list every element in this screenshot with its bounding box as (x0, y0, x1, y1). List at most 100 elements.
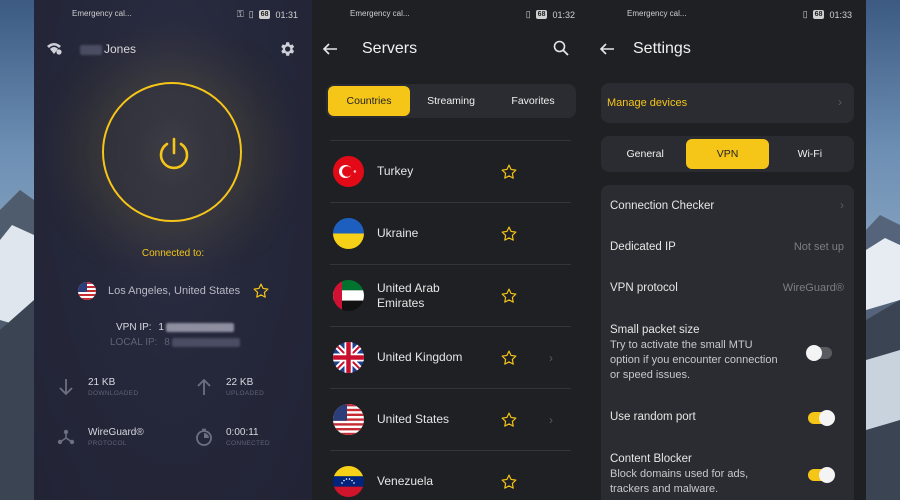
connected-time-stat: 0:00:11 CONNECTED (226, 427, 270, 447)
random-port-toggle[interactable] (808, 410, 835, 426)
tab-streaming[interactable]: Streaming (410, 86, 492, 116)
dedicated-ip-value: Not set up (793, 241, 844, 253)
star-icon[interactable] (500, 287, 518, 305)
page-title: Servers (362, 40, 418, 57)
downloaded-label: DOWNLOADED (88, 390, 139, 397)
status-bar: Emergency cal... ▯ 68 01:33 (589, 9, 866, 23)
star-icon[interactable] (500, 349, 518, 367)
back-arrow-icon[interactable] (599, 41, 615, 57)
power-icon (159, 137, 189, 170)
star-icon[interactable] (500, 411, 518, 429)
server-row[interactable]: Venezuela (330, 450, 571, 500)
server-row[interactable]: United Kingdom › (330, 326, 571, 388)
manage-devices-button[interactable]: Manage devices › (601, 83, 854, 123)
connected-time-value: 0:00:11 (226, 427, 259, 438)
venezuela-flag-icon (333, 466, 364, 497)
connected-label: Connected to: (141, 248, 205, 259)
vpn-settings-list: Connection Checker › Dedicated IP Not se… (601, 185, 854, 500)
tab-favorites[interactable]: Favorites (492, 86, 574, 116)
small-packet-toggle[interactable] (806, 345, 832, 361)
uk-flag-icon (333, 342, 364, 373)
ukraine-flag-icon (333, 218, 364, 249)
small-packet-label: Small packet size (610, 324, 700, 336)
user-name: Jones (80, 42, 136, 56)
vpn-protocol-value: WireGuard® (782, 282, 844, 294)
protocol-stat: WireGuard® PROTOCOL (88, 427, 144, 447)
power-button[interactable] (102, 82, 242, 222)
tab-wifi[interactable]: Wi-Fi (769, 139, 851, 169)
tab-vpn[interactable]: VPN (686, 139, 769, 169)
chevron-right-icon: › (840, 198, 844, 212)
status-text: Emergency cal... (627, 9, 687, 18)
uploaded-label: UPLOADED (226, 390, 265, 397)
local-ip-row: LOCAL IP: 8 (110, 337, 240, 348)
search-icon[interactable] (553, 40, 569, 56)
page-title: Settings (633, 40, 691, 57)
current-location[interactable]: Los Angeles, United States (78, 280, 292, 302)
downloaded-stat: 21 KB DOWNLOADED (88, 377, 138, 397)
vibrate-icon: ▯ (248, 9, 254, 19)
clock: 01:32 (552, 9, 575, 20)
vibrate-icon: ▯ (525, 9, 531, 19)
chevron-right-icon[interactable]: › (549, 351, 553, 365)
download-arrow-icon (59, 379, 73, 396)
tab-general[interactable]: General (604, 139, 686, 169)
battery-icon: 68 (258, 10, 271, 19)
clock: 01:31 (275, 9, 298, 20)
status-bar: Emergency cal... ▯ 68 01:32 (312, 9, 589, 23)
us-flag-icon (78, 282, 96, 300)
star-icon[interactable] (500, 225, 518, 243)
redacted-vpn-ip (165, 322, 234, 332)
redacted-first-name (80, 44, 102, 55)
wifi-shield-icon[interactable] (46, 41, 62, 55)
settings-tabs: General VPN Wi-Fi (601, 136, 854, 172)
server-row[interactable]: Ukraine (330, 202, 571, 264)
protocol-nodes-icon (57, 429, 75, 445)
vpn-ip-label: VPN IP: (116, 322, 152, 333)
home-screen: Emergency cal... ⚿ ▯ 68 01:31 Jones Conn… (34, 0, 312, 500)
user-last-name: Jones (104, 42, 137, 56)
status-text: Emergency cal... (350, 9, 410, 18)
local-ip-value: 8 (164, 337, 170, 348)
small-packet-row: Small packet size Try to activate the sm… (610, 324, 844, 383)
tab-countries[interactable]: Countries (328, 86, 410, 116)
server-name: United Kingdom (377, 350, 463, 364)
dedicated-ip-row[interactable]: Dedicated IP Not set up (610, 241, 844, 253)
server-name: United States (377, 412, 450, 426)
star-icon[interactable] (500, 473, 518, 491)
battery-icon: 68 (812, 10, 825, 19)
clock: 01:33 (829, 9, 852, 20)
uae-flag-icon (333, 280, 364, 311)
chevron-right-icon: › (838, 95, 842, 109)
server-list: Turkey Ukraine United Arab Emirates Unit… (330, 140, 571, 500)
vpn-ip-row: VPN IP: 1 (116, 322, 234, 333)
back-arrow-icon[interactable] (322, 41, 338, 57)
gear-icon[interactable] (278, 40, 296, 58)
vpn-protocol-row[interactable]: VPN protocol WireGuard® (610, 282, 844, 294)
random-port-row: Use random port (610, 410, 844, 426)
star-icon[interactable] (500, 163, 518, 181)
content-blocker-label: Content Blocker (610, 453, 692, 465)
content-blocker-row: Content Blocker Block domains used for a… (610, 453, 844, 497)
server-row[interactable]: United Arab Emirates (330, 264, 571, 326)
connection-checker-row[interactable]: Connection Checker › (610, 198, 844, 212)
manage-devices-label: Manage devices (607, 97, 688, 109)
content-blocker-toggle[interactable] (808, 467, 835, 483)
key-icon: ⚿ (236, 9, 244, 19)
status-text: Emergency cal... (72, 9, 132, 18)
content-blocker-description: Block domains used for ads, trackers and… (610, 468, 749, 495)
battery-icon: 68 (535, 10, 548, 19)
server-name: Ukraine (377, 226, 419, 240)
server-row[interactable]: Turkey (330, 140, 571, 202)
server-tabs: Countries Streaming Favorites (326, 84, 576, 118)
server-row[interactable]: United States › (330, 388, 571, 450)
upload-arrow-icon (197, 378, 211, 395)
connected-time-label: CONNECTED (226, 440, 270, 447)
location-text: Los Angeles, United States (108, 285, 241, 297)
settings-screen: Emergency cal... ▯ 68 01:33 Settings Man… (589, 0, 866, 500)
downloaded-value: 21 KB (88, 377, 116, 388)
servers-screen: Emergency cal... ▯ 68 01:32 Servers Coun… (312, 0, 589, 500)
chevron-right-icon[interactable]: › (549, 413, 553, 427)
redacted-local-ip (171, 337, 240, 347)
star-icon[interactable] (252, 282, 270, 300)
